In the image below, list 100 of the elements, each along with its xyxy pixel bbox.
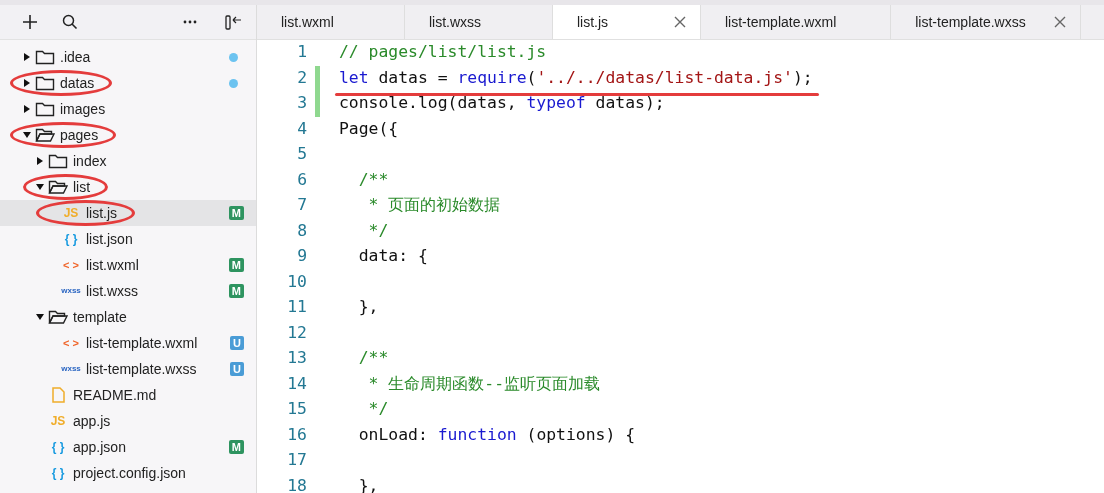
line-number: 17: [286, 449, 307, 472]
tree-item[interactable]: < > list.wxml M: [0, 252, 256, 278]
code-line: /**: [357, 168, 389, 191]
code-line: Page({: [339, 117, 399, 140]
line-number: 1: [296, 41, 307, 64]
open-folder-icon: [48, 309, 68, 325]
item-label: template: [73, 307, 127, 327]
item-label: list-template.wxml: [86, 333, 198, 353]
item-label: .idea: [60, 47, 91, 67]
line-number: 15: [286, 398, 307, 421]
line-number: 6: [296, 168, 307, 191]
item-label: images: [60, 99, 106, 119]
code-line: */: [367, 219, 389, 242]
line-number: 4: [296, 117, 307, 140]
line-number: 16: [286, 423, 307, 446]
status-badge: M: [228, 440, 244, 454]
item-label: app.json: [73, 437, 126, 457]
item-label: list.js: [86, 203, 118, 223]
collapse-sidebar-button[interactable]: [223, 12, 244, 32]
line-number: 14: [286, 372, 307, 395]
wxml-file-icon: < >: [63, 334, 79, 352]
tree-item[interactable]: pages: [0, 122, 256, 148]
line-number: 18: [286, 474, 307, 493]
item-label: list-template.wxss: [86, 359, 197, 379]
open-folder-icon: [35, 127, 55, 143]
code-line: onLoad: function (options) {: [357, 423, 636, 446]
item-label: app.js: [73, 411, 111, 431]
editor-tab[interactable]: list.js: [553, 5, 701, 39]
editor-tab[interactable]: list-template.wxml: [701, 5, 892, 39]
editor-tab[interactable]: list.wxml: [257, 5, 405, 39]
tree-item[interactable]: index: [0, 148, 256, 174]
add-icon: [22, 14, 38, 30]
line-number: 5: [296, 143, 307, 166]
tree-item[interactable]: { } list.json: [0, 226, 256, 252]
editor-tab[interactable]: list-template.wxss: [891, 5, 1081, 39]
folder-icon: [35, 75, 55, 91]
folder-icon: [35, 101, 55, 117]
line-number: 12: [286, 321, 307, 344]
item-label: list.wxss: [86, 281, 139, 301]
line-number: 7: [296, 194, 307, 217]
status-badge: M: [228, 258, 244, 272]
tree-item[interactable]: images: [0, 96, 256, 122]
tree-item[interactable]: { } app.json M: [0, 434, 256, 460]
code-line: * 生命周期函数--监听页面加载: [367, 372, 601, 395]
code-line: console.log(datas, typeof datas);: [339, 92, 665, 115]
code-line: */: [367, 398, 389, 421]
tree-item[interactable]: { } project.config.json: [0, 460, 256, 486]
collapse-icon: [225, 14, 242, 30]
add-button[interactable]: [20, 12, 40, 32]
item-label: index: [73, 151, 107, 171]
search-icon: [62, 14, 78, 30]
tree-item[interactable]: JS app.js: [0, 408, 256, 434]
line-number: 10: [286, 270, 307, 293]
code-line: /**: [357, 347, 389, 370]
tree-item[interactable]: .idea: [0, 44, 256, 70]
status-badge: U: [230, 336, 244, 350]
code-line: let datas = require('../../datas/list-data.js');: [339, 65, 813, 91]
more-button[interactable]: [181, 18, 199, 26]
line-number: 9: [296, 245, 307, 268]
document-icon: [51, 387, 65, 403]
item-label: project.config.json: [73, 463, 186, 483]
js-file-icon: JS: [50, 412, 66, 430]
tree-item[interactable]: template: [0, 304, 256, 330]
js-file-icon: JS: [63, 204, 79, 222]
code-line: * 页面的初始数据: [367, 194, 501, 217]
more-icon: [183, 20, 197, 24]
code-line: },: [357, 296, 379, 319]
item-label: list: [73, 177, 91, 197]
item-label: README.md: [73, 385, 157, 405]
item-label: pages: [60, 125, 99, 145]
item-label: list.json: [86, 229, 133, 249]
code-line: // pages/list/list.js: [339, 41, 547, 64]
folder-icon: [48, 153, 68, 169]
line-number: 11: [286, 296, 307, 319]
tree-item[interactable]: datas: [0, 70, 256, 96]
tree-item[interactable]: README.md: [0, 382, 256, 408]
line-number: 8: [296, 219, 307, 242]
status-badge: U: [230, 362, 244, 376]
code-line: },: [357, 474, 379, 493]
folder-icon: [35, 49, 55, 65]
wxml-file-icon: < >: [63, 256, 79, 274]
open-folder-icon: [48, 179, 68, 195]
item-label: datas: [60, 73, 95, 93]
line-number: 13: [286, 347, 307, 370]
line-number: 3: [296, 92, 307, 115]
json-file-icon: { }: [51, 464, 65, 482]
status-badge: M: [228, 206, 244, 220]
wxss-file-icon: wxss: [61, 285, 81, 297]
item-label: list.wxml: [86, 255, 139, 275]
tree-item[interactable]: wxss list-template.wxss U: [0, 356, 256, 382]
status-badge: M: [228, 284, 244, 298]
code-line: data: {: [357, 245, 428, 268]
line-number: 2: [296, 66, 307, 89]
json-file-icon: { }: [51, 438, 65, 456]
tree-item[interactable]: wxss list.wxss M: [0, 278, 256, 304]
tree-item[interactable]: < > list-template.wxml U: [0, 330, 256, 356]
json-file-icon: { }: [64, 230, 78, 248]
tree-item[interactable]: JS list.js M: [0, 200, 256, 226]
search-button[interactable]: [60, 12, 80, 32]
wxss-file-icon: wxss: [61, 363, 81, 375]
